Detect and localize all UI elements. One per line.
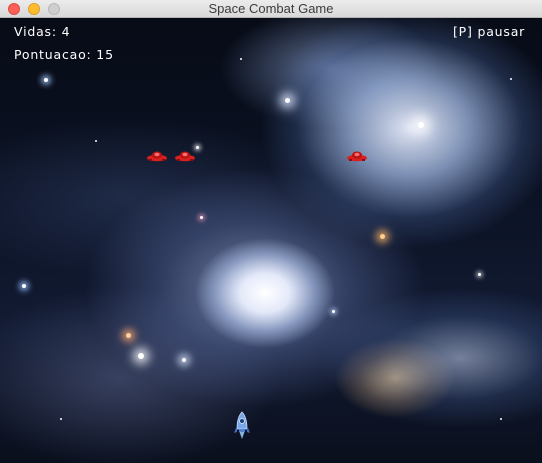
star-icon — [478, 273, 481, 276]
star-icon — [200, 216, 203, 219]
score-counter: Pontuacao: 15 — [14, 47, 114, 62]
star-icon — [240, 58, 242, 60]
game-canvas[interactable]: Vidas: 4 Pontuacao: 15 [P] pausar — [0, 18, 542, 463]
star-icon — [60, 418, 62, 420]
star-icon — [285, 98, 290, 103]
star-icon — [95, 140, 97, 142]
star-icon — [332, 310, 335, 313]
title-bar: Space Combat Game — [0, 0, 542, 18]
window-title: Space Combat Game — [208, 1, 334, 16]
enemy-ship-icon — [347, 151, 367, 162]
star-icon — [510, 78, 512, 80]
pause-hint: [P] pausar — [453, 24, 526, 39]
app-window: Space Combat Game Vidas: 4 Pontuacao: 15… — [0, 0, 542, 463]
star-icon — [500, 418, 502, 420]
star-icon — [196, 146, 199, 149]
enemy-ship-icon — [175, 151, 195, 162]
lives-counter: Vidas: 4 — [14, 24, 71, 39]
star-icon — [22, 284, 26, 288]
star-icon — [138, 353, 144, 359]
star-icon — [380, 234, 385, 239]
enemy-ship-icon — [147, 151, 167, 162]
star-icon — [126, 333, 131, 338]
star-icon — [44, 78, 48, 82]
star-icon — [418, 122, 424, 128]
player-rocket-icon[interactable] — [233, 411, 251, 441]
star-icon — [182, 358, 186, 362]
